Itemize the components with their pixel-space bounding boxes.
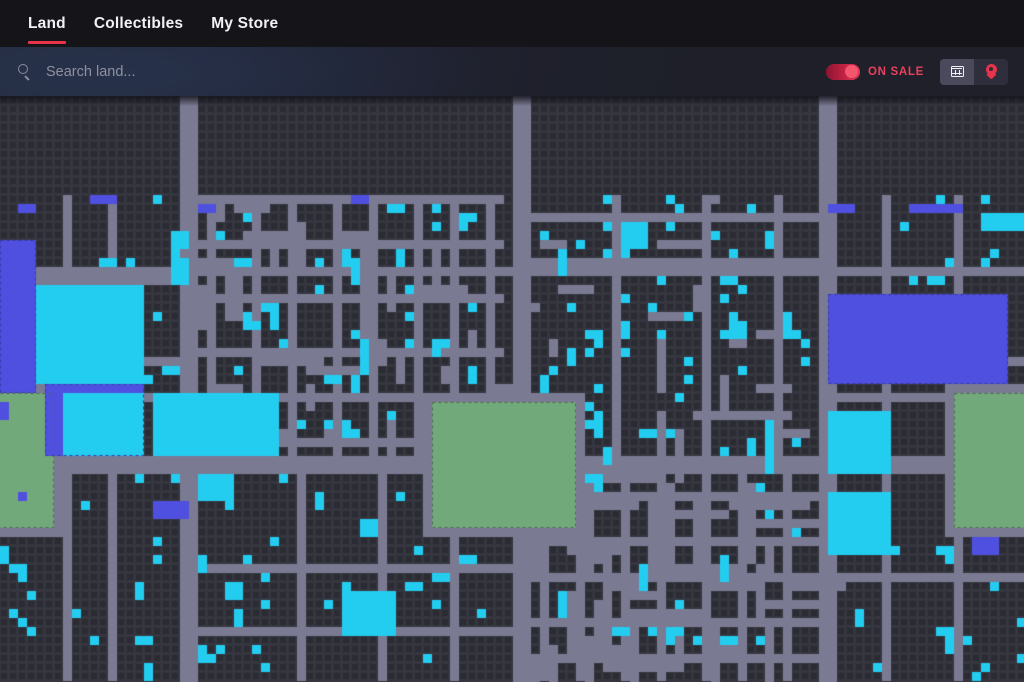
nav-item-my-store[interactable]: My Store (197, 0, 292, 47)
atlas-view-button[interactable] (940, 58, 974, 85)
map-view-button[interactable] (974, 59, 1008, 85)
map-canvas[interactable] (0, 96, 1024, 682)
search-icon (18, 64, 33, 79)
toggle-knob (845, 65, 859, 78)
search-input[interactable] (46, 47, 406, 96)
view-mode-group (940, 58, 1008, 85)
nav-item-label: My Store (211, 14, 279, 32)
map-toolbar: ON SALE (0, 47, 1024, 96)
toolbar-controls: ON SALE (825, 58, 1024, 85)
nav-item-label: Collectibles (93, 14, 184, 32)
active-tab-underline (28, 41, 66, 44)
map-pin-icon (985, 64, 997, 79)
land-parcel-map[interactable] (0, 96, 1024, 682)
top-navigation: Land Collectibles My Store (0, 0, 1024, 47)
toggle-switch[interactable] (825, 63, 860, 80)
nav-item-label: Land (28, 14, 66, 32)
grid-icon (950, 66, 964, 77)
on-sale-label: ON SALE (867, 65, 924, 78)
search-container (0, 47, 826, 96)
on-sale-toggle[interactable]: ON SALE (825, 63, 924, 80)
nav-item-land[interactable]: Land (14, 0, 80, 47)
nav-item-collectibles[interactable]: Collectibles (80, 0, 197, 47)
land-marketplace-app: Land Collectibles My Store ON SALE (0, 0, 1024, 682)
